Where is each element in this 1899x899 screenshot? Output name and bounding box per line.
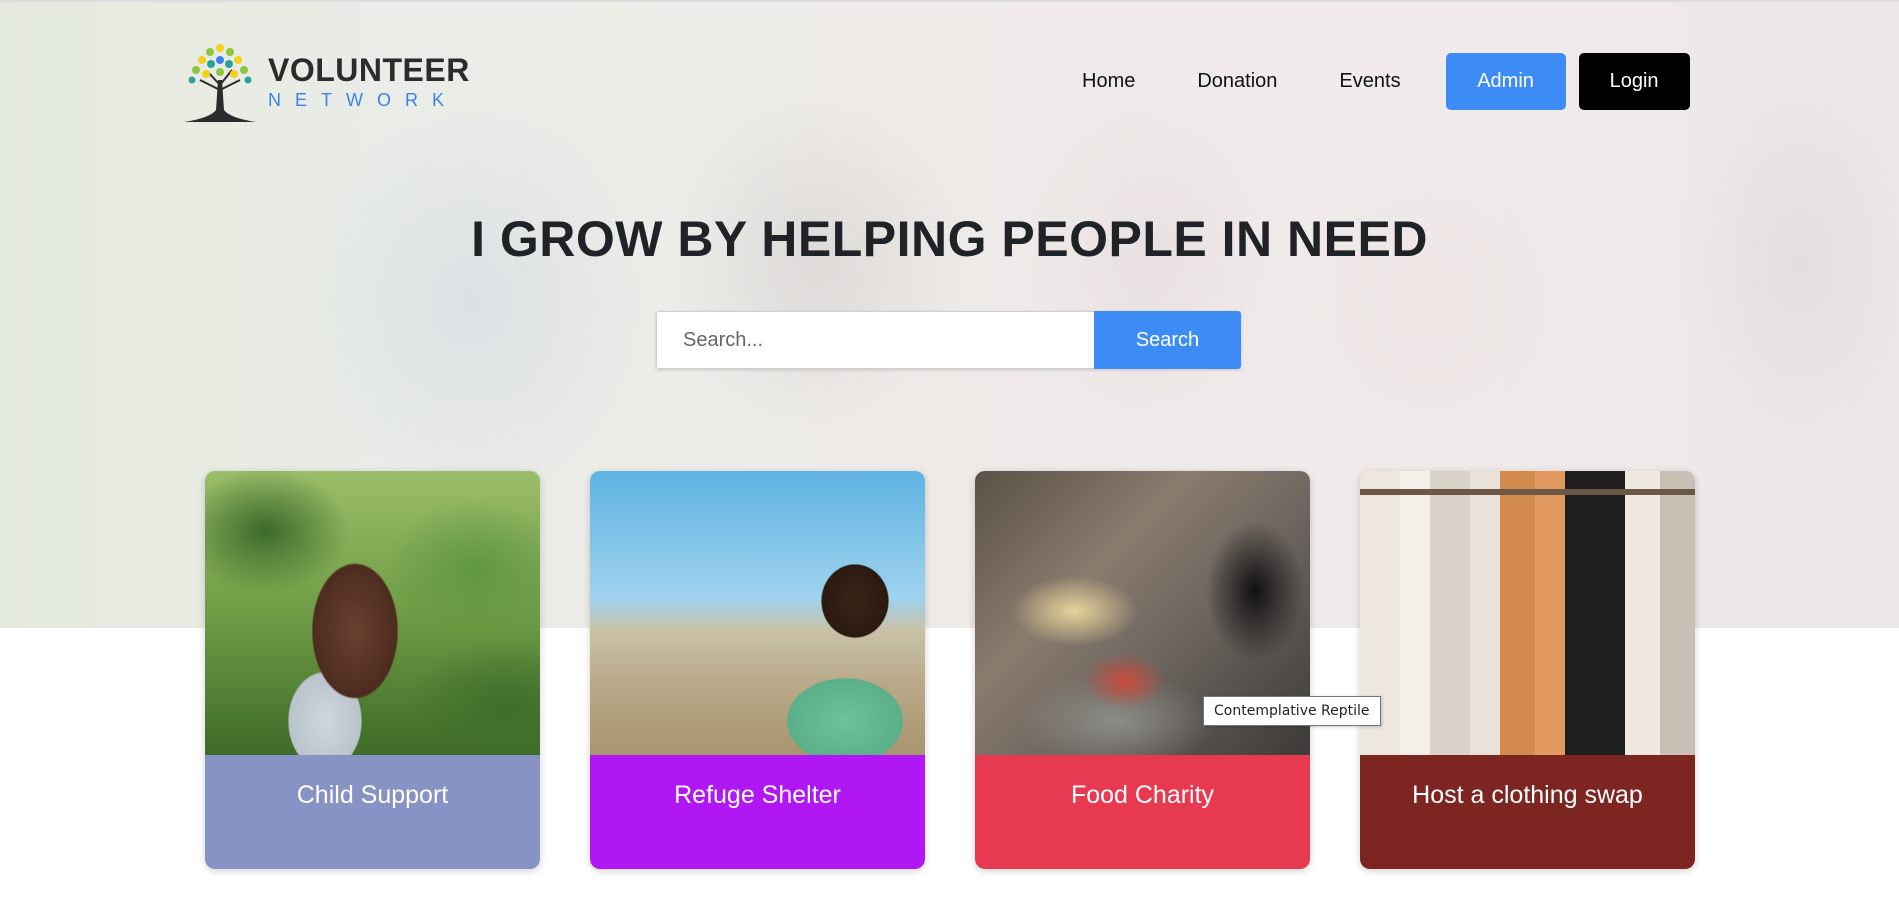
- card-label: Child Support: [205, 755, 540, 869]
- search-bar: Search: [656, 311, 1241, 369]
- hero-headline: I GROW BY HELPING PEOPLE IN NEED: [471, 211, 1428, 267]
- card-image: [1360, 471, 1695, 755]
- card-image: [590, 471, 925, 755]
- logo-title: VOLUNTEER: [268, 52, 470, 88]
- tree-logo-icon: [184, 44, 256, 122]
- site-logo[interactable]: VOLUNTEER NETWORK: [180, 40, 469, 124]
- search-button[interactable]: Search: [1094, 311, 1241, 369]
- card-image: [205, 471, 540, 755]
- image-tooltip: Contemplative Reptile: [1203, 696, 1381, 726]
- logo-subtitle: NETWORK: [268, 90, 458, 110]
- nav-link-events[interactable]: Events: [1339, 70, 1400, 93]
- card-clothing-swap[interactable]: Host a clothing swap: [1360, 471, 1695, 869]
- nav-link-home[interactable]: Home: [1082, 70, 1135, 93]
- card-refuge-shelter[interactable]: Refuge Shelter: [590, 471, 925, 869]
- admin-button[interactable]: Admin: [1445, 52, 1566, 110]
- card-label: Food Charity: [975, 755, 1310, 869]
- main-nav: Home Donation Events Admin Login: [1060, 52, 1690, 110]
- card-label: Refuge Shelter: [590, 755, 925, 869]
- card-child-support[interactable]: Child Support: [205, 471, 540, 869]
- card-label: Host a clothing swap: [1360, 755, 1695, 869]
- search-input[interactable]: [656, 311, 1094, 369]
- nav-link-donation[interactable]: Donation: [1197, 70, 1277, 93]
- login-button[interactable]: Login: [1578, 52, 1690, 110]
- card-food-charity[interactable]: Food Charity: [975, 471, 1310, 869]
